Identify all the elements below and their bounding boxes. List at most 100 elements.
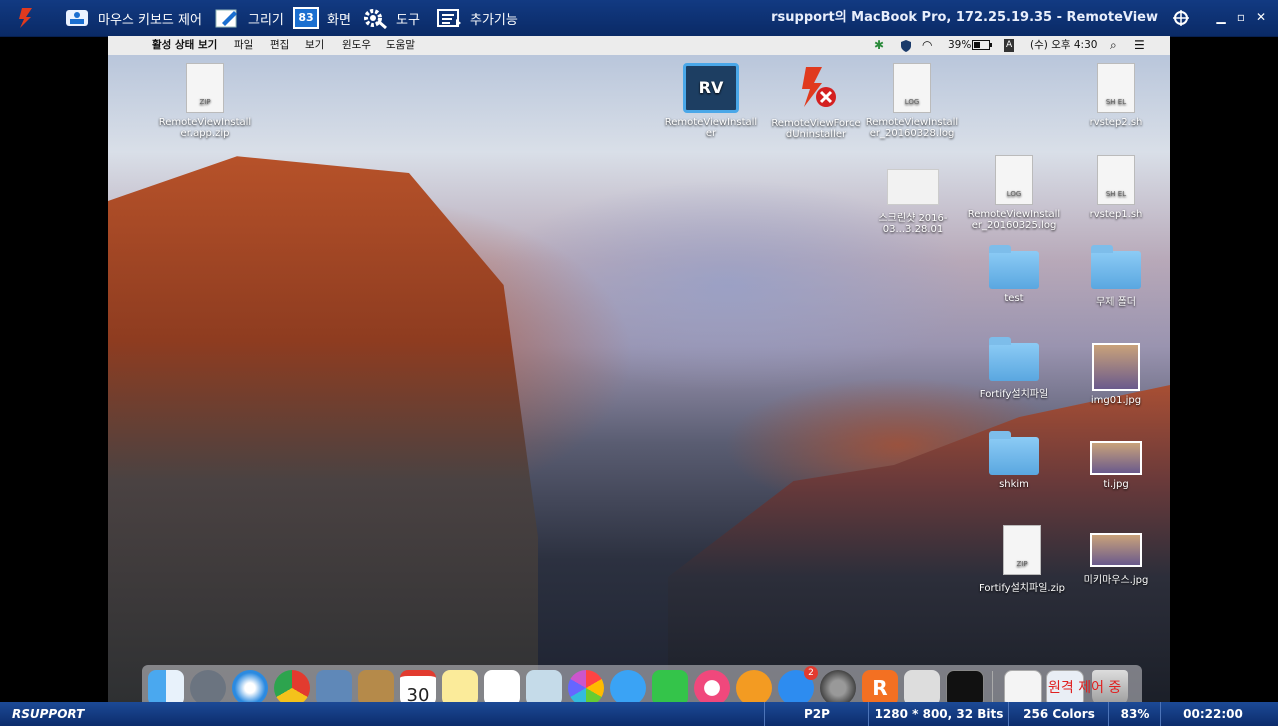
menubar-clock[interactable]: (수) 오후 4:30 [1030, 36, 1097, 55]
image-file-icon [1090, 441, 1142, 475]
desktop-icon-ti[interactable]: ti.jpg [1066, 433, 1166, 490]
desktop-icon-mickey[interactable]: 미키마우스.jpg [1066, 525, 1166, 586]
mac-desktop[interactable]: ZIP RemoteViewInstall er.app.zip RV Remo… [108, 55, 1170, 702]
input-source-badge[interactable]: A [1004, 39, 1015, 52]
menu-edit[interactable]: 편집 [270, 36, 289, 55]
menu-window[interactable]: 윈도우 [342, 36, 371, 55]
shell-script-icon: SH EL [1097, 63, 1135, 113]
status-bar: RSUPPORT P2P 1280 * 800, 32 Bits 256 Col… [0, 702, 1278, 726]
mac-menubar: 활성 상태 보기 파일 편집 보기 윈도우 도움말 ✱ ◠ 39% A (수) … [108, 36, 1170, 56]
extension-label: 추가기능 [470, 12, 518, 28]
document-stack-icon[interactable] [1004, 670, 1042, 702]
extension-menu[interactable]: 추가기능 [436, 0, 518, 36]
tools-menu[interactable]: 도구 [362, 0, 420, 36]
icon-label: RemoteViewInstall er_20160325.log [967, 209, 1061, 231]
extension-icon [437, 9, 461, 27]
folder-icon [989, 337, 1039, 381]
reminders-icon[interactable] [484, 670, 520, 702]
mouse-keyboard-control-menu[interactable]: 마우스 키보드 제어 [64, 0, 202, 36]
messages-icon[interactable] [610, 670, 646, 702]
chrome-icon[interactable] [274, 670, 310, 702]
desktop-icon-zip[interactable]: ZIP RemoteViewInstall er.app.zip [155, 63, 255, 139]
color-depth-info: 256 Colors [1008, 702, 1109, 726]
safari-icon[interactable] [232, 670, 268, 702]
draw-menu[interactable]: 그리기 [214, 0, 284, 36]
maximize-button[interactable]: ▫ [1234, 10, 1248, 24]
icon-label: Fortify설치파일 [979, 389, 1049, 400]
desktop-icon-fortify-zip[interactable]: ZIP Fortify설치파일.zip [972, 525, 1072, 594]
folder-icon [1091, 245, 1141, 289]
desktop-icon-rvstep2[interactable]: SH EL rvstep2.sh [1066, 63, 1166, 128]
shell-script-icon: SH EL [1097, 155, 1135, 205]
photos-icon[interactable] [568, 670, 604, 702]
zip-file-icon: ZIP [186, 63, 224, 113]
app-store-badge: 2 [804, 666, 818, 680]
icon-label: RemoteViewInstall er [664, 117, 758, 139]
resolution-info: 1280 * 800, 32 Bits [868, 702, 1009, 726]
desktop-icon-folder-untitled[interactable]: 무제 폴더 [1066, 245, 1166, 308]
desktop-icon-folder-fortify[interactable]: Fortify설치파일 [964, 337, 1064, 400]
menu-view[interactable]: 보기 [305, 36, 324, 55]
icon-label: shkim [999, 479, 1029, 490]
menu-activity-monitor[interactable]: 활성 상태 보기 [152, 36, 217, 55]
remote-screen[interactable]: 활성 상태 보기 파일 편집 보기 윈도우 도움말 ✱ ◠ 39% A (수) … [108, 36, 1170, 702]
icon-label: rvstep2.sh [1089, 117, 1143, 128]
desktop-icon-folder-shkim[interactable]: shkim [964, 431, 1064, 490]
maps-icon[interactable] [526, 670, 562, 702]
icon-label: 스크린샷 2016-03...3.28.01 [878, 213, 948, 235]
desktop-icon-log-0328[interactable]: LOG RemoteViewInstall er_20160328.log [862, 63, 962, 139]
desktop-icon-uninstaller[interactable]: RemoteViewForce dUninstaller [766, 63, 866, 140]
notes-icon[interactable] [442, 670, 478, 702]
rsupport-brand: RSUPPORT [12, 707, 85, 721]
screenshot-tool-icon[interactable] [904, 670, 940, 702]
app-store-icon[interactable]: 2 [778, 666, 818, 702]
draw-label: 그리기 [248, 12, 284, 28]
zoom-level: 83% [1108, 702, 1161, 726]
desktop-icon-img01[interactable]: img01.jpg [1066, 343, 1166, 406]
ibooks-icon[interactable] [736, 670, 772, 702]
menu-file[interactable]: 파일 [234, 36, 253, 55]
notification-center-icon[interactable]: ☰ [1134, 36, 1145, 55]
activity-monitor-icon[interactable] [946, 670, 984, 702]
contacts-icon[interactable] [358, 670, 394, 702]
screen-menu[interactable]: 83 화면 [293, 0, 351, 36]
icon-label: test [1004, 293, 1024, 304]
system-preferences-icon[interactable] [820, 670, 856, 702]
facetime-icon[interactable] [652, 670, 688, 702]
screenshot-thumbnail-icon [887, 169, 939, 205]
desktop-icon-log-0325[interactable]: LOG RemoteViewInstall er_20160325.log [964, 155, 1064, 231]
wifi-icon[interactable]: ◠ [922, 36, 932, 55]
icon-label: RemoteViewInstall er.app.zip [158, 117, 252, 139]
battery-icon[interactable] [972, 36, 992, 55]
remote-control-overlay-text: 원격 제어 중 [1048, 680, 1122, 696]
mouse-keyboard-label: 마우스 키보드 제어 [98, 12, 202, 28]
minimize-button[interactable]: ▁ [1214, 10, 1228, 24]
close-button[interactable]: ✕ [1254, 10, 1268, 24]
zip-file-icon: ZIP [1003, 525, 1041, 575]
icon-label: RemoteViewInstall er_20160328.log [865, 117, 959, 139]
menu-help[interactable]: 도움말 [386, 36, 415, 55]
pin-icon[interactable] [1172, 9, 1190, 27]
screen-icon: 83 [293, 7, 319, 29]
spotlight-search-icon[interactable]: ⌕ [1110, 36, 1117, 55]
remoteview-app-icon: RV [683, 63, 739, 113]
rsupport-logo-icon [19, 8, 32, 28]
status-app-icon[interactable]: ✱ [874, 36, 884, 55]
calendar-icon[interactable]: 30 [400, 670, 436, 702]
shield-icon[interactable] [900, 36, 912, 55]
connection-mode: P2P [764, 702, 869, 726]
icon-label: Fortify설치파일.zip [979, 583, 1065, 594]
desktop-icon-remoteview-installer[interactable]: RV RemoteViewInstall er [661, 63, 761, 139]
finder-icon[interactable] [148, 670, 184, 702]
desktop-icon-rvstep1[interactable]: SH EL rvstep1.sh [1066, 155, 1166, 220]
itunes-icon[interactable] [694, 670, 730, 702]
draw-icon [215, 9, 237, 28]
icon-label: rvstep1.sh [1089, 209, 1143, 220]
remoteview-dock-icon[interactable]: R [862, 670, 898, 702]
window-title: rsupport의 MacBook Pro, 172.25.19.35 - Re… [771, 10, 1158, 25]
screen-label: 화면 [327, 12, 351, 28]
desktop-icon-screenshot[interactable]: 스크린샷 2016-03...3.28.01 [863, 163, 963, 235]
launchpad-icon[interactable] [190, 670, 226, 702]
mail-icon[interactable] [316, 670, 352, 702]
desktop-icon-folder-test[interactable]: test [964, 245, 1064, 304]
